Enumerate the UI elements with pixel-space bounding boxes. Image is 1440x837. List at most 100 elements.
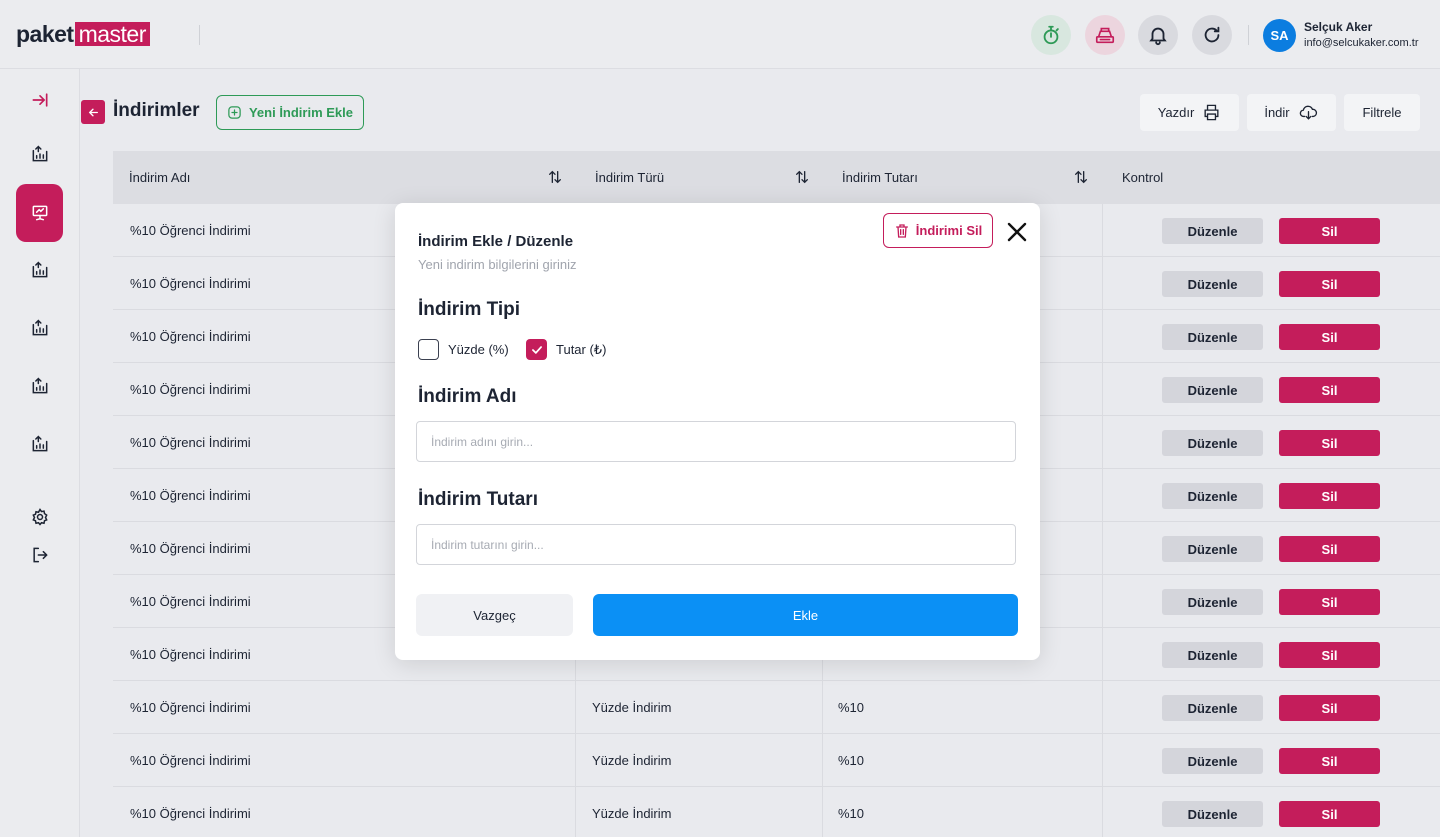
edit-button[interactable]: Düzenle [1162, 748, 1263, 774]
amount-section-title: İndirim Tutarı [418, 489, 538, 510]
sidebar-item-discounts[interactable] [16, 184, 63, 242]
delete-button[interactable]: Sil [1279, 218, 1380, 244]
column-divider [1102, 257, 1103, 310]
bell-icon [1149, 27, 1167, 46]
user-name: Selçuk Aker [1304, 20, 1373, 34]
delete-button[interactable]: Sil [1279, 377, 1380, 403]
timer-icon [1043, 25, 1059, 45]
add-discount-label: Yeni İndirim Ekle [248, 105, 354, 120]
refresh-button[interactable] [1192, 15, 1232, 55]
amount-label[interactable]: Tutar (₺) [556, 342, 606, 358]
column-header-name[interactable]: İndirim Adı [129, 170, 190, 185]
sort-icon[interactable] [794, 169, 810, 185]
presentation-icon [32, 205, 47, 221]
sort-icon[interactable] [547, 169, 563, 185]
edit-button[interactable]: Düzenle [1162, 695, 1263, 721]
cell-type: Yüzde İndirim [592, 806, 672, 821]
submit-button[interactable]: Ekle [593, 594, 1018, 636]
percent-label[interactable]: Yüzde (%) [448, 342, 509, 357]
cell-name: %10 Öğrenci İndirimi [130, 276, 251, 291]
sidebar-item-logout[interactable] [16, 531, 64, 579]
column-header-amount[interactable]: İndirim Tutarı [842, 170, 918, 185]
column-divider [1102, 628, 1103, 681]
app-logo[interactable]: pa ket master [16, 21, 150, 47]
column-divider [1102, 469, 1103, 522]
edit-button[interactable]: Düzenle [1162, 324, 1263, 350]
cell-name: %10 Öğrenci İndirimi [130, 647, 251, 662]
delete-button[interactable]: Sil [1279, 536, 1380, 562]
column-divider [575, 681, 576, 734]
cell-name: %10 Öğrenci İndirimi [130, 488, 251, 503]
delete-button[interactable]: Sil [1279, 748, 1380, 774]
sidebar-item-reports-3[interactable] [16, 304, 64, 352]
edit-button[interactable]: Düzenle [1162, 642, 1263, 668]
sort-icon[interactable] [1073, 169, 1089, 185]
discount-amount-input[interactable] [416, 524, 1016, 565]
table-header: İndirim Adı İndirim Türü İndirim Tutarı … [113, 151, 1440, 204]
sidebar-item-reports-5[interactable] [16, 420, 64, 468]
cell-type: Yüzde İndirim [592, 753, 672, 768]
cell-name: %10 Öğrenci İndirimi [130, 594, 251, 609]
discount-name-input[interactable] [416, 421, 1016, 462]
table-row: %10 Öğrenci İndirimi Yüzde İndirim %10 Düze… [113, 734, 1440, 787]
cash-register-button[interactable] [1085, 15, 1125, 55]
print-button[interactable]: Yazdır [1140, 94, 1239, 131]
modal-subtitle: Yeni indirim bilgilerini giriniz [418, 257, 577, 272]
add-discount-button[interactable]: Yeni İndirim Ekle [216, 95, 364, 130]
logout-icon [33, 547, 48, 563]
back-button[interactable] [81, 100, 105, 124]
edit-button[interactable]: Düzenle [1162, 801, 1263, 827]
type-section-title: İndirim Tipi [418, 299, 521, 320]
delete-discount-label: İndirimi Sil [915, 223, 983, 238]
percent-checkbox[interactable] [418, 339, 439, 360]
top-bar: pa ket master SA Selçuk Aker info@selcukak… [0, 0, 1440, 69]
delete-button[interactable]: Sil [1279, 642, 1380, 668]
delete-button[interactable]: Sil [1279, 589, 1380, 615]
trash-icon [895, 223, 908, 238]
column-divider [822, 787, 823, 837]
cloud-download-icon [1299, 105, 1317, 120]
timer-button[interactable] [1031, 15, 1071, 55]
report-icon [32, 319, 48, 336]
filter-button[interactable]: Filtrele [1344, 94, 1420, 131]
edit-button[interactable]: Düzenle [1162, 430, 1263, 456]
delete-button[interactable]: Sil [1279, 324, 1380, 350]
delete-button[interactable]: Sil [1279, 801, 1380, 827]
table-row: %10 Öğrenci İndirimi Yüzde İndirim %10 Düze… [113, 787, 1440, 837]
edit-button[interactable]: Düzenle [1162, 589, 1263, 615]
sidebar-item-reports-4[interactable] [16, 362, 64, 410]
report-icon [32, 435, 48, 452]
cell-name: %10 Öğrenci İndirimi [130, 223, 251, 238]
close-icon[interactable] [1005, 220, 1029, 244]
delete-button[interactable]: Sil [1279, 271, 1380, 297]
column-header-type[interactable]: İndirim Türü [595, 170, 664, 185]
avatar[interactable]: SA [1263, 19, 1296, 52]
column-divider [575, 734, 576, 787]
sidebar-collapse-button[interactable] [16, 76, 64, 124]
notifications-button[interactable] [1138, 15, 1178, 55]
delete-button[interactable]: Sil [1279, 430, 1380, 456]
amount-checkbox[interactable] [526, 339, 547, 360]
cancel-button[interactable]: Vazgeç [416, 594, 573, 636]
sidebar-item-reports-1[interactable] [16, 130, 64, 178]
cell-type: Yüzde İndirim [592, 700, 672, 715]
edit-button[interactable]: Düzenle [1162, 271, 1263, 297]
delete-discount-button[interactable]: İndirimi Sil [883, 213, 993, 248]
column-divider [1102, 204, 1103, 257]
cell-amount: %10 [838, 700, 865, 715]
column-header-control: Kontrol [1122, 170, 1164, 185]
edit-button[interactable]: Düzenle [1162, 377, 1263, 403]
user-email: info@selcukaker.com.tr [1304, 37, 1419, 49]
delete-button[interactable]: Sil [1279, 695, 1380, 721]
edit-button[interactable]: Düzenle [1162, 483, 1263, 509]
cell-name: %10 Öğrenci İndirimi [130, 700, 251, 715]
delete-button[interactable]: Sil [1279, 483, 1380, 509]
report-icon [32, 261, 48, 278]
download-button[interactable]: İndir [1247, 94, 1336, 131]
edit-button[interactable]: Düzenle [1162, 536, 1263, 562]
edit-button[interactable]: Düzenle [1162, 218, 1263, 244]
column-divider [575, 787, 576, 837]
cell-amount: %10 [838, 806, 865, 821]
filter-label: Filtrele [1362, 105, 1402, 120]
sidebar-item-reports-2[interactable] [16, 246, 64, 294]
